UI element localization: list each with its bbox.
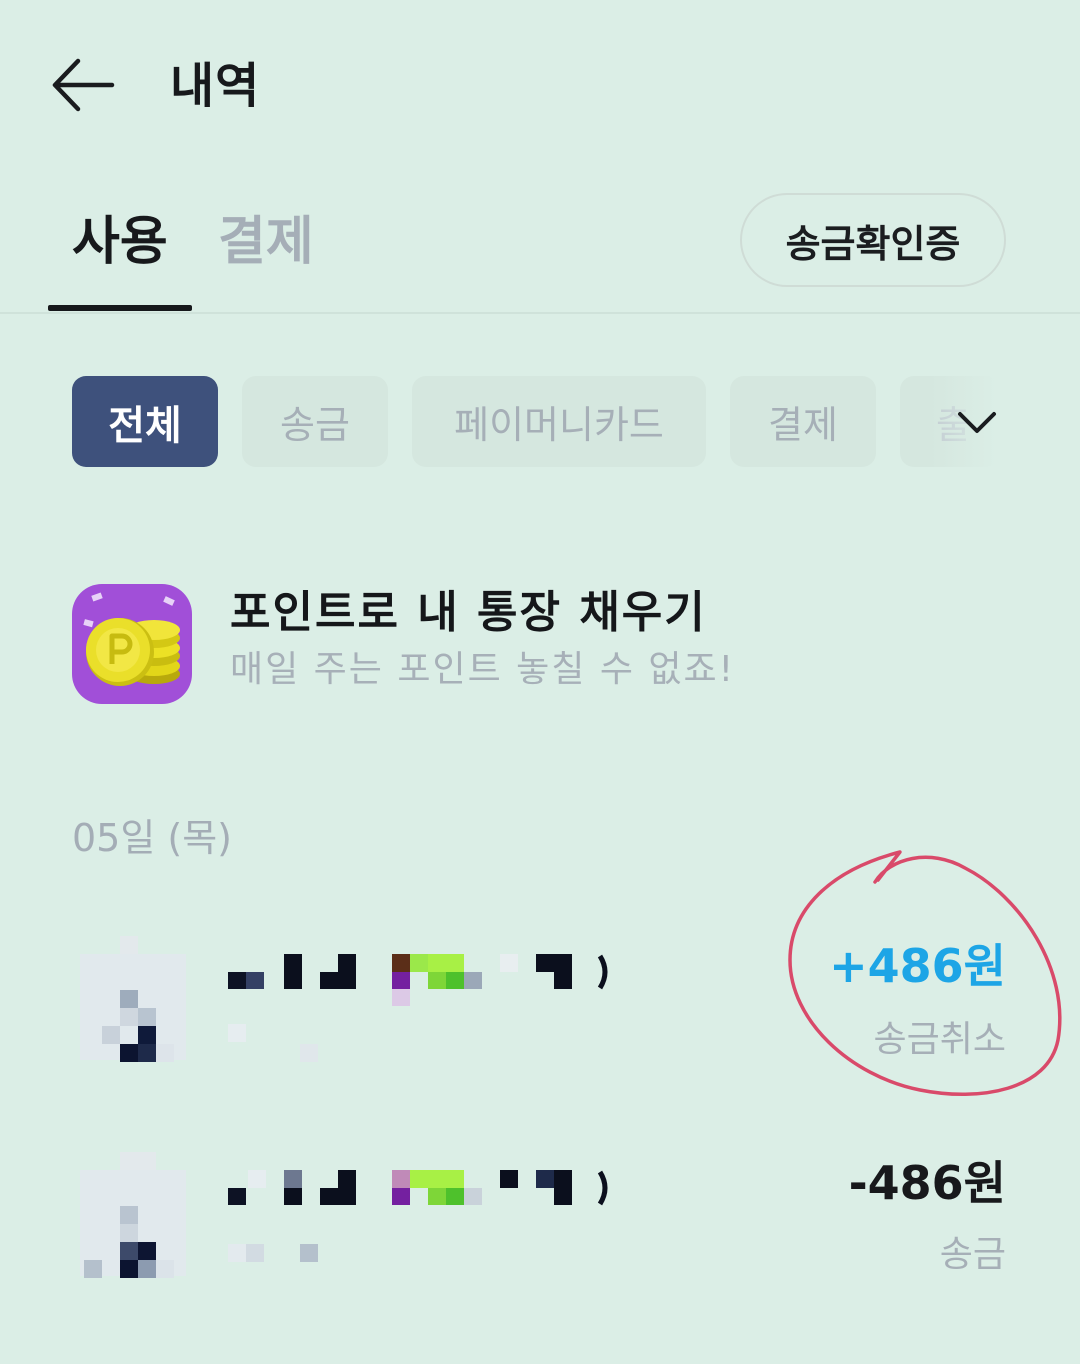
filter-chip-all[interactable]: 전체: [72, 376, 218, 467]
avatar: [72, 936, 196, 1064]
redacted-subtext: [228, 1240, 348, 1280]
coin-stack-icon[interactable]: [72, 584, 192, 704]
page-title: 내역: [170, 58, 261, 114]
promo-title[interactable]: 포인트로 내 통장 채우기: [230, 586, 707, 640]
back-button[interactable]: [50, 55, 116, 115]
tab-payment[interactable]: 결제: [218, 210, 314, 274]
date-header: 05일 (목): [72, 816, 233, 860]
transaction-status: 송금: [939, 1234, 1006, 1275]
expand-filters-button[interactable]: [952, 402, 1002, 442]
filter-chip-payment[interactable]: 결제: [730, 376, 876, 467]
tab-usage[interactable]: 사용: [72, 210, 168, 274]
transaction-amount: +486원: [829, 939, 1006, 993]
redacted-name: [228, 952, 628, 1012]
remit-certificate-button[interactable]: 송금확인증: [740, 193, 1006, 287]
promo-subtitle: 매일 주는 포인트 놓칠 수 없죠!: [230, 649, 736, 690]
arrow-left-icon: [52, 58, 115, 112]
active-tab-indicator: [48, 305, 192, 311]
redacted-subtext: [228, 1024, 348, 1064]
redacted-name: [228, 1168, 628, 1228]
transaction-amount: -486원: [848, 1156, 1006, 1210]
avatar: [72, 1152, 196, 1280]
filter-chip-remit[interactable]: 송금: [242, 376, 388, 467]
filter-chip-paymoney-card[interactable]: 페이머니카드: [412, 376, 706, 467]
transaction-status: 송금취소: [873, 1019, 1006, 1060]
tabs-divider: [0, 312, 1080, 314]
chevron-down-icon: [958, 412, 996, 433]
